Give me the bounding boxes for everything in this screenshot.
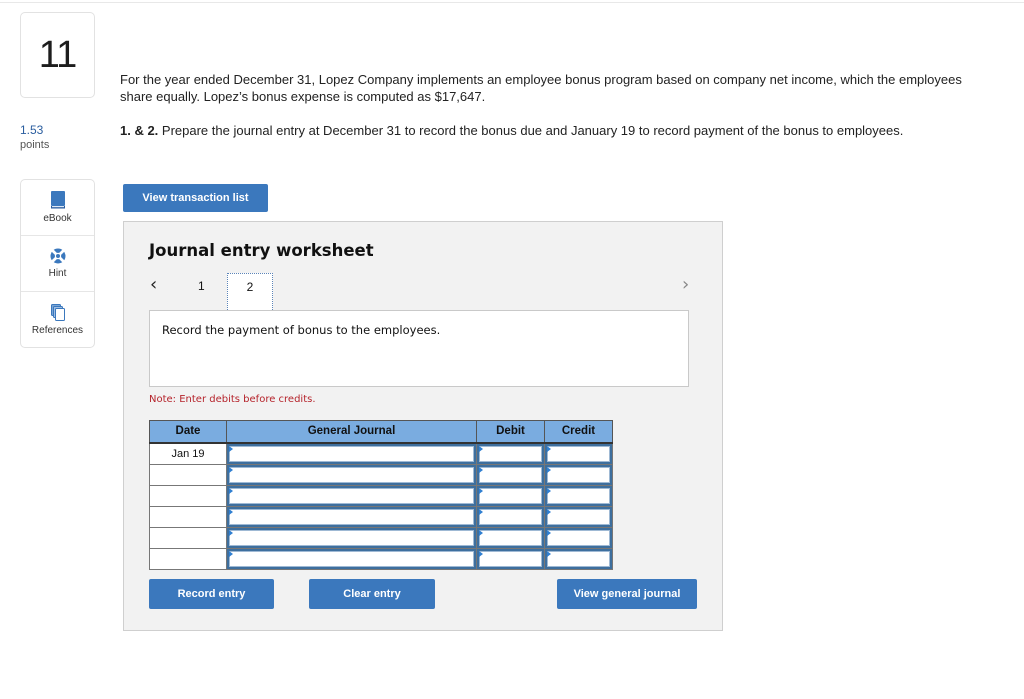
journal-row <box>149 505 613 528</box>
date-cell <box>149 484 227 507</box>
journal-table: Date General Journal Debit Credit Jan 19 <box>149 420 613 570</box>
debit-input-cell <box>476 442 545 465</box>
account-select[interactable] <box>229 487 474 504</box>
account-select[interactable] <box>229 529 474 546</box>
credit-input-cell <box>544 463 613 486</box>
ebook-button[interactable]: eBook <box>21 180 94 236</box>
question-number: 11 <box>20 12 95 98</box>
credit-input-cell <box>544 442 613 465</box>
record-entry-button[interactable]: Record entry <box>149 579 274 609</box>
question-prompt: For the year ended December 31, Lopez Co… <box>120 72 962 104</box>
journal-row <box>149 547 613 570</box>
ebook-label: eBook <box>43 213 72 224</box>
journal-entry-worksheet: Journal entry worksheet ‹ 1 2 › Record t… <box>123 221 723 631</box>
date-cell <box>149 526 227 549</box>
account-select[interactable] <box>229 445 474 462</box>
debit-input-cell <box>476 463 545 486</box>
header-general-journal: General Journal <box>226 420 477 444</box>
journal-row <box>149 463 613 486</box>
account-select-cell <box>226 505 477 528</box>
account-select-cell <box>226 547 477 570</box>
copy-pages-icon <box>50 304 65 321</box>
header-date: Date <box>149 420 227 444</box>
debit-input-cell <box>476 547 545 570</box>
tools-panel: eBook Hint References <box>20 179 95 348</box>
hint-label: Hint <box>48 268 67 279</box>
debit-input[interactable] <box>479 487 542 504</box>
debit-input[interactable] <box>479 529 542 546</box>
debit-input-cell <box>476 505 545 528</box>
view-transaction-list-button[interactable]: View transaction list <box>123 184 268 212</box>
task-instruction: 1. & 2. Prepare the journal entry at Dec… <box>120 122 920 139</box>
account-select-cell <box>226 442 477 465</box>
credit-input-cell <box>544 526 613 549</box>
credit-input[interactable] <box>547 550 610 567</box>
transaction-description: Record the payment of bonus to the emplo… <box>149 310 689 387</box>
date-cell <box>149 463 227 486</box>
date-cell: Jan 19 <box>149 442 227 465</box>
page-tab-2-label: 2 <box>246 280 254 294</box>
task-number: 1. & 2. <box>120 123 159 138</box>
account-select-cell <box>226 463 477 486</box>
date-cell <box>149 547 227 570</box>
account-select[interactable] <box>229 508 474 525</box>
view-general-journal-button[interactable]: View general journal <box>557 579 697 609</box>
debit-input[interactable] <box>479 445 542 462</box>
top-divider <box>0 2 1024 3</box>
worksheet-title: Journal entry worksheet <box>149 241 374 260</box>
account-select-cell <box>226 484 477 507</box>
debit-input[interactable] <box>479 508 542 525</box>
journal-row <box>149 484 613 507</box>
credit-input-cell <box>544 547 613 570</box>
journal-row <box>149 526 613 549</box>
debit-input[interactable] <box>479 550 542 567</box>
next-arrow-icon[interactable]: › <box>682 274 689 295</box>
lifebuoy-icon <box>50 248 66 264</box>
debit-input[interactable] <box>479 466 542 483</box>
entry-note: Note: Enter debits before credits. <box>149 394 316 405</box>
task-text: Prepare the journal entry at December 31… <box>158 123 904 138</box>
header-debit: Debit <box>476 420 545 444</box>
debit-input-cell <box>476 484 545 507</box>
credit-input[interactable] <box>547 445 610 462</box>
credit-input[interactable] <box>547 529 610 546</box>
hint-button[interactable]: Hint <box>21 236 94 292</box>
clear-entry-button[interactable]: Clear entry <box>309 579 435 609</box>
references-label: References <box>31 325 84 336</box>
credit-input[interactable] <box>547 508 610 525</box>
references-button[interactable]: References <box>21 292 94 348</box>
journal-row: Jan 19 <box>149 442 613 465</box>
journal-table-header: Date General Journal Debit Credit <box>149 420 613 444</box>
account-select-cell <box>226 526 477 549</box>
points-value: 1.53 <box>20 123 44 137</box>
credit-input-cell <box>544 484 613 507</box>
previous-arrow-icon[interactable]: ‹ <box>150 274 157 295</box>
header-credit: Credit <box>544 420 613 444</box>
points-label: points <box>20 139 50 151</box>
credit-input[interactable] <box>547 487 610 504</box>
credit-input-cell <box>544 505 613 528</box>
page-tab-2[interactable]: 2 <box>227 273 273 310</box>
credit-input[interactable] <box>547 466 610 483</box>
book-icon <box>50 191 66 209</box>
date-cell <box>149 505 227 528</box>
account-select[interactable] <box>229 550 474 567</box>
page-tab-1[interactable]: 1 <box>198 279 205 293</box>
debit-input-cell <box>476 526 545 549</box>
account-select[interactable] <box>229 466 474 483</box>
